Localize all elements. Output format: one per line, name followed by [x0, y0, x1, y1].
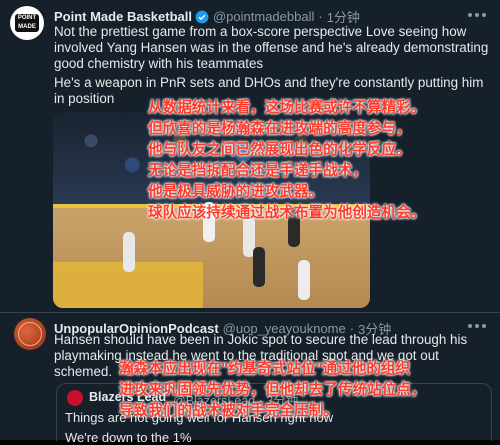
player-figure	[253, 247, 265, 287]
quoted-text-line-2: We're down to the 1%	[65, 430, 192, 445]
overlay-line: 他是极具威胁的进攻武器。	[148, 184, 324, 200]
more-options-icon[interactable]	[468, 13, 486, 19]
overlay-line: 但欣喜的是杨瀚森在进攻端的高度参与，	[148, 121, 411, 137]
overlay-line: 他与队友之间已然展现出色的化学反应。	[148, 142, 411, 158]
tweet2-chinese-overlay: 瀚森本应出现在"约基奇式站位"通过他的组织 进攻来巩固领先优势，但他却去了传统站…	[119, 359, 425, 422]
overlay-line: 无论是挡拆配合还是手递手战术，	[148, 163, 367, 179]
point-made-logo: POINT MADE	[15, 14, 39, 32]
avatar-point-made[interactable]: POINT MADE	[10, 6, 44, 40]
verified-badge-icon	[195, 10, 209, 23]
overlay-line: 导致我们的战术被对手完全压制。	[119, 403, 338, 419]
overlay-line: 从数据统计来看，这场比赛或许不算精彩。	[148, 100, 426, 116]
overlay-line: 进攻来巩固领先优势，但他却去了传统站位点，	[119, 382, 426, 398]
basketball-icon	[18, 322, 42, 346]
separator-dot: ·	[318, 9, 323, 24]
tweet1-chinese-overlay: 从数据统计来看，这场比赛或许不算精彩。 但欣喜的是杨瀚森在进攻端的高度参与， 他…	[148, 98, 425, 224]
player-figure	[298, 260, 310, 300]
quoted-avatar[interactable]	[67, 390, 83, 406]
player-figure	[123, 232, 135, 272]
avatar-unpopular-opinion[interactable]	[14, 318, 46, 350]
author-handle[interactable]: @pointmadebball	[213, 9, 314, 24]
tweet1-text-paragraph-1: Not the prettiest game from a box-score …	[54, 24, 489, 71]
overlay-line: 球队应该持续通过战术布置为他创造机会。	[148, 205, 426, 221]
author-name[interactable]: Point Made Basketball	[54, 9, 192, 24]
overlay-line: 瀚森本应出现在"约基奇式站位"通过他的组织	[119, 361, 411, 377]
more-options-icon[interactable]	[468, 324, 486, 330]
